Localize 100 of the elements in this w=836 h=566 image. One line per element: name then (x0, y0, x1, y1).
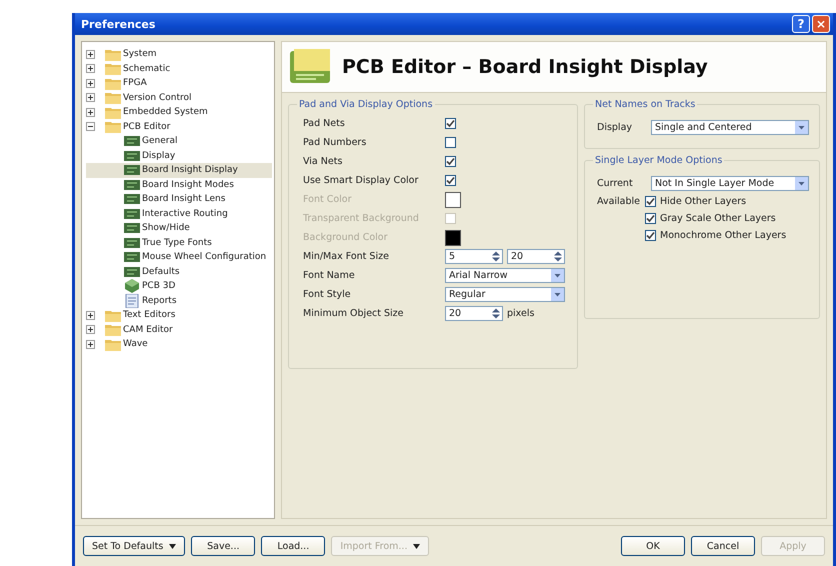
tree-item[interactable]: PCB 3D (86, 279, 274, 294)
board-icon (124, 266, 140, 278)
spin-field[interactable]: 20 (507, 249, 565, 264)
expander-icon[interactable] (86, 122, 95, 132)
page-title: PCB Editor – Board Insight Display (342, 56, 708, 78)
field-label: Via Nets (302, 156, 344, 167)
tree-item[interactable]: Display (86, 148, 274, 163)
tree-item[interactable]: Board Insight Display (86, 163, 272, 178)
checkbox[interactable] (445, 175, 456, 186)
tree-item[interactable]: Defaults (86, 264, 274, 279)
group-title: Pad and Via Display Options (298, 99, 434, 110)
tree-item[interactable]: Board Insight Lens (86, 192, 274, 206)
board-icon (124, 193, 140, 206)
tree-item[interactable]: Mouse Wheel Configuration (86, 250, 274, 264)
dialog-button[interactable]: Set To Defaults (83, 536, 186, 556)
spinner-arrows-icon[interactable] (492, 251, 500, 262)
expander-icon[interactable] (86, 325, 95, 334)
tree-item[interactable]: PCB Editor (86, 120, 274, 134)
field-label: Pad Numbers (302, 137, 368, 148)
dialog-button[interactable]: Load... (261, 536, 326, 556)
tree-item[interactable]: Embedded System (86, 105, 274, 120)
expander-icon[interactable] (86, 108, 95, 117)
caret-icon[interactable] (551, 269, 564, 282)
field-label: Display (596, 122, 634, 132)
field-label: Current (596, 178, 634, 188)
caret-icon[interactable] (795, 176, 808, 190)
tree-item[interactable]: CAM Editor (86, 322, 274, 337)
checkbox[interactable] (445, 137, 456, 148)
tree-item[interactable]: Interactive Routing (86, 206, 274, 221)
checkbox-label: Gray Scale Other Layers (660, 213, 776, 224)
field-label: Minimum Object Size (302, 308, 405, 319)
folder-icon (105, 76, 121, 90)
board-icon (124, 236, 140, 249)
tree-item[interactable]: System (86, 47, 274, 62)
board-icon (124, 222, 140, 234)
caret-icon (413, 544, 420, 548)
checkbox[interactable] (645, 213, 656, 224)
tree-item[interactable]: FPGA (86, 76, 274, 90)
folder-icon (105, 106, 121, 119)
tree-item[interactable]: Text Editors (86, 308, 274, 322)
field-label: Pad Nets (302, 118, 346, 129)
expander-icon[interactable] (86, 64, 95, 74)
folder-icon (105, 91, 121, 104)
close-button[interactable]: × (812, 15, 830, 33)
spin-field[interactable]: 20 (445, 306, 503, 321)
tree-item[interactable]: Reports (86, 294, 274, 308)
caret-icon (169, 544, 176, 548)
window-title: Preferences (81, 18, 156, 30)
folder-icon (105, 308, 121, 322)
board-icon (124, 150, 140, 162)
dropdown[interactable]: Arial Narrow (445, 268, 565, 283)
spin-field[interactable]: 5 (445, 249, 503, 264)
tree-item[interactable]: Board Insight Modes (86, 178, 274, 192)
checkbox-label: Hide Other Layers (660, 196, 746, 207)
help-button[interactable]: ? (792, 15, 810, 33)
dialog-button[interactable]: Cancel (691, 536, 755, 556)
expander-icon[interactable] (86, 50, 95, 59)
board-icon (124, 178, 140, 191)
board-icon (124, 208, 140, 220)
unit-label: pixels (507, 308, 534, 319)
tree-item[interactable]: Version Control (86, 90, 274, 105)
field-label: Font Style (302, 289, 352, 300)
group-title: Single Layer Mode Options (594, 155, 724, 166)
checkbox[interactable] (645, 230, 656, 241)
field-label: Use Smart Display Color (302, 175, 420, 186)
expander-icon[interactable] (86, 78, 95, 88)
board-icon (124, 164, 140, 176)
expander-icon[interactable] (86, 93, 95, 102)
spinner-arrows-icon[interactable] (554, 251, 562, 262)
dialog-button[interactable]: OK (621, 536, 685, 556)
dialog-button[interactable]: Save... (191, 536, 256, 556)
checkbox-label: Monochrome Other Layers (660, 230, 786, 241)
board-icon (124, 251, 140, 264)
tree-item[interactable]: Wave (86, 337, 274, 352)
folder-icon (105, 323, 121, 336)
checkbox[interactable] (445, 156, 456, 167)
tree-item[interactable]: Schematic (86, 62, 274, 76)
field-label: Min/Max Font Size (302, 251, 390, 262)
field-label: Background Color (302, 232, 388, 243)
field-label: Transparent Background (302, 213, 420, 224)
folder-icon (105, 120, 121, 134)
dropdown[interactable]: Not In Single Layer Mode (651, 176, 809, 190)
caret-icon[interactable] (551, 288, 564, 301)
dropdown[interactable]: Regular (445, 287, 565, 302)
dropdown[interactable]: Single and Centered (651, 120, 809, 134)
group-title: Net Names on Tracks (594, 99, 696, 110)
tree-item[interactable]: Show/Hide (86, 221, 274, 236)
folder-icon (105, 48, 121, 61)
tree-item[interactable]: True Type Fonts (86, 236, 274, 250)
caret-icon[interactable] (795, 120, 808, 134)
tree-item[interactable]: General (86, 134, 274, 148)
spinner-arrows-icon[interactable] (492, 308, 500, 319)
field-label: Font Color (302, 194, 353, 205)
report-icon (124, 294, 140, 308)
expander-icon[interactable] (86, 310, 95, 320)
board-icon (124, 135, 140, 148)
checkbox[interactable] (445, 118, 456, 129)
expander-icon[interactable] (86, 340, 95, 349)
cube-icon (124, 279, 140, 294)
checkbox[interactable] (645, 196, 656, 207)
